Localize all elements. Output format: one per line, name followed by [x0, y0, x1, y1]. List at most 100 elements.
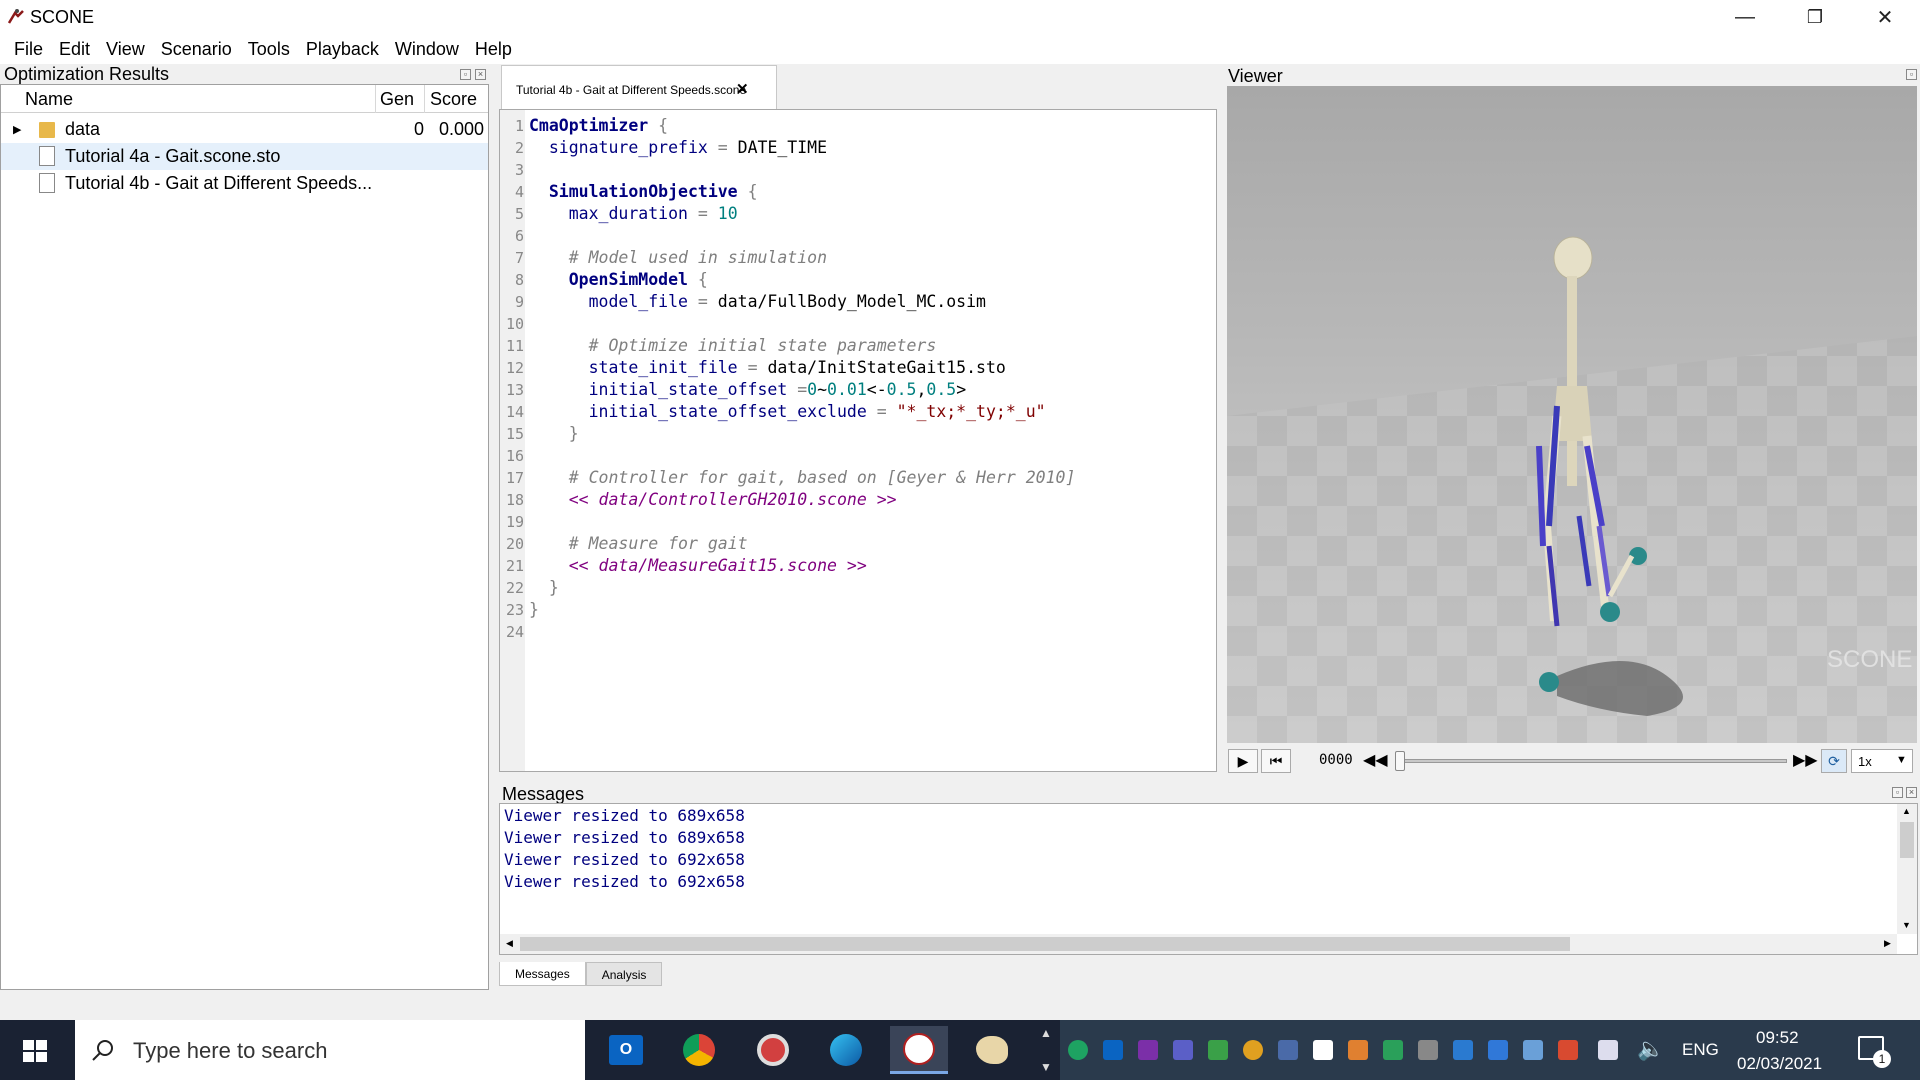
edge-icon[interactable]: [817, 1026, 875, 1074]
network-tray-icon[interactable]: [1598, 1040, 1618, 1060]
tree-row-file[interactable]: Tutorial 4a - Gait.scone.sto: [1, 143, 488, 170]
step-forward-icon[interactable]: ▶▶: [1793, 750, 1818, 770]
code-editor[interactable]: 1 CmaOptimizer { 2 signature_prefix = DAT…: [499, 109, 1217, 772]
volume-icon[interactable]: 🔈: [1637, 1036, 1664, 1062]
onedrive-tray-icon[interactable]: [1523, 1040, 1543, 1060]
time-display: 0000: [1319, 752, 1353, 768]
clock-date[interactable]: 02/03/2021: [1737, 1054, 1822, 1074]
float-panel-icon[interactable]: ▫: [460, 69, 471, 80]
column-score[interactable]: Score: [430, 89, 477, 110]
tab-messages[interactable]: Messages: [499, 962, 586, 986]
viewer-title: Viewer: [1228, 66, 1283, 86]
scroll-down-icon[interactable]: ▼: [1902, 920, 1911, 930]
loop-icon[interactable]: ⟳: [1821, 749, 1847, 773]
float-messages-icon[interactable]: ▫: [1892, 787, 1903, 798]
menu-help[interactable]: Help: [467, 39, 520, 60]
project-tray-icon[interactable]: [1208, 1040, 1228, 1060]
close-panel-icon[interactable]: ×: [475, 69, 486, 80]
outlook-icon[interactable]: O: [597, 1026, 655, 1074]
speed-select[interactable]: 1x ▼: [1851, 749, 1913, 773]
defender-tray-icon[interactable]: [1313, 1040, 1333, 1060]
scroll-left-icon[interactable]: ◀: [506, 938, 513, 949]
menu-bar: File Edit View Scenario Tools Playback W…: [0, 34, 1920, 64]
outlook-tray-icon[interactable]: [1103, 1040, 1123, 1060]
editor-tab-label: Tutorial 4b - Gait at Different Speeds.s…: [516, 83, 747, 97]
horizontal-scrollbar[interactable]: ◀ ▶: [500, 934, 1897, 954]
app-tray-icon[interactable]: [1348, 1040, 1368, 1060]
notification-count: 1: [1873, 1050, 1891, 1068]
scroll-right-icon[interactable]: ▶: [1884, 938, 1891, 949]
scroll-up-icon[interactable]: ▲: [1902, 806, 1911, 816]
bottom-tabs: Messages Analysis: [499, 962, 663, 986]
onenote-tray-icon[interactable]: [1138, 1040, 1158, 1060]
folder-icon: [39, 122, 55, 138]
editor-tab[interactable]: Tutorial 4b - Gait at Different Speeds.s…: [501, 65, 777, 109]
messages-log[interactable]: Viewer resized to 689x658 Viewer resized…: [499, 803, 1918, 955]
play-icon[interactable]: ▶: [1228, 749, 1258, 773]
title-bar: SCONE — ❐ ✕: [0, 0, 1920, 34]
taskbar-scroll-down-icon[interactable]: ▼: [1040, 1060, 1052, 1074]
search-placeholder: Type here to search: [133, 1038, 328, 1063]
menu-view[interactable]: View: [98, 39, 153, 60]
scroll-thumb[interactable]: [520, 937, 1570, 951]
close-button[interactable]: ✕: [1850, 0, 1920, 34]
bluetooth-tray-icon[interactable]: [1418, 1040, 1438, 1060]
teams-tray-icon[interactable]: [1173, 1040, 1193, 1060]
scroll-thumb[interactable]: [1900, 822, 1914, 858]
message-line: Viewer resized to 689x658: [504, 806, 745, 825]
hangouts-tray-icon[interactable]: [1068, 1040, 1088, 1060]
message-line: Viewer resized to 689x658: [504, 828, 745, 847]
step-back-icon[interactable]: ◀◀: [1363, 750, 1388, 770]
row-name: Tutorial 4a - Gait.scone.sto: [65, 146, 281, 166]
message-line: Viewer resized to 692x658: [504, 850, 745, 869]
message-line: Viewer resized to 692x658: [504, 872, 745, 891]
expand-arrow-icon[interactable]: ▶: [13, 123, 21, 136]
menu-edit[interactable]: Edit: [51, 39, 98, 60]
tab-analysis[interactable]: Analysis: [585, 962, 663, 986]
menu-tools[interactable]: Tools: [240, 39, 298, 60]
timeline-slider[interactable]: [1395, 759, 1787, 763]
close-tab-icon[interactable]: ✕: [736, 80, 749, 98]
column-gen[interactable]: Gen: [380, 89, 414, 110]
paint-icon[interactable]: [963, 1026, 1021, 1074]
column-name[interactable]: Name: [25, 89, 73, 110]
rewind-start-icon[interactable]: ⏮: [1261, 749, 1291, 773]
network-app-tray-icon[interactable]: [1278, 1040, 1298, 1060]
tree-row-file[interactable]: Tutorial 4b - Gait at Different Speeds..…: [1, 170, 488, 197]
results-panel-title: Optimization Results: [4, 64, 170, 84]
search-icon: [92, 1040, 113, 1061]
language-indicator[interactable]: ENG: [1682, 1040, 1719, 1060]
playback-bar: ▶ ⏮ 0000 ◀◀ ▶▶ ⟳ 1x ▼: [1227, 746, 1917, 776]
cloud-tray-icon[interactable]: [1453, 1040, 1473, 1060]
window-title: SCONE: [30, 7, 95, 27]
menu-window[interactable]: Window: [387, 39, 467, 60]
file-icon: [39, 173, 55, 193]
minimize-button[interactable]: —: [1710, 0, 1780, 34]
results-tree[interactable]: Name Gen Score ▶ data 0 0.000 Tutorial 4…: [0, 84, 489, 990]
taskbar-scroll-up-icon[interactable]: ▲: [1040, 1026, 1052, 1040]
file-icon: [39, 146, 55, 166]
taskbar-search-box[interactable]: Type here to search: [75, 1020, 585, 1080]
chrome-tray-icon[interactable]: [1243, 1040, 1263, 1060]
row-name: data: [65, 119, 101, 139]
app-red-icon[interactable]: [744, 1026, 802, 1074]
vertical-scrollbar[interactable]: ▲ ▼: [1897, 804, 1917, 934]
zoom-tray-icon[interactable]: [1488, 1040, 1508, 1060]
menu-playback[interactable]: Playback: [298, 39, 387, 60]
float-viewer-icon[interactable]: ▫: [1906, 69, 1917, 80]
menu-file[interactable]: File: [6, 39, 51, 60]
scone-taskbar-icon[interactable]: [890, 1026, 948, 1074]
speaker-muted-tray-icon[interactable]: [1558, 1040, 1578, 1060]
windows-start-icon[interactable]: [23, 1040, 47, 1062]
maximize-button[interactable]: ❐: [1780, 0, 1850, 34]
clock-time[interactable]: 09:52: [1756, 1028, 1799, 1048]
viewer-3d-canvas[interactable]: SCONE: [1227, 86, 1917, 743]
scone-watermark: SCONE: [1827, 646, 1913, 673]
gear-tray-icon[interactable]: [1383, 1040, 1403, 1060]
tree-row-data[interactable]: ▶ data 0 0.000: [1, 116, 488, 143]
timeline-handle[interactable]: [1395, 751, 1405, 771]
close-messages-icon[interactable]: ×: [1906, 787, 1917, 798]
menu-scenario[interactable]: Scenario: [153, 39, 240, 60]
row-gen: 0: [414, 119, 425, 139]
chrome-icon[interactable]: [670, 1026, 728, 1074]
